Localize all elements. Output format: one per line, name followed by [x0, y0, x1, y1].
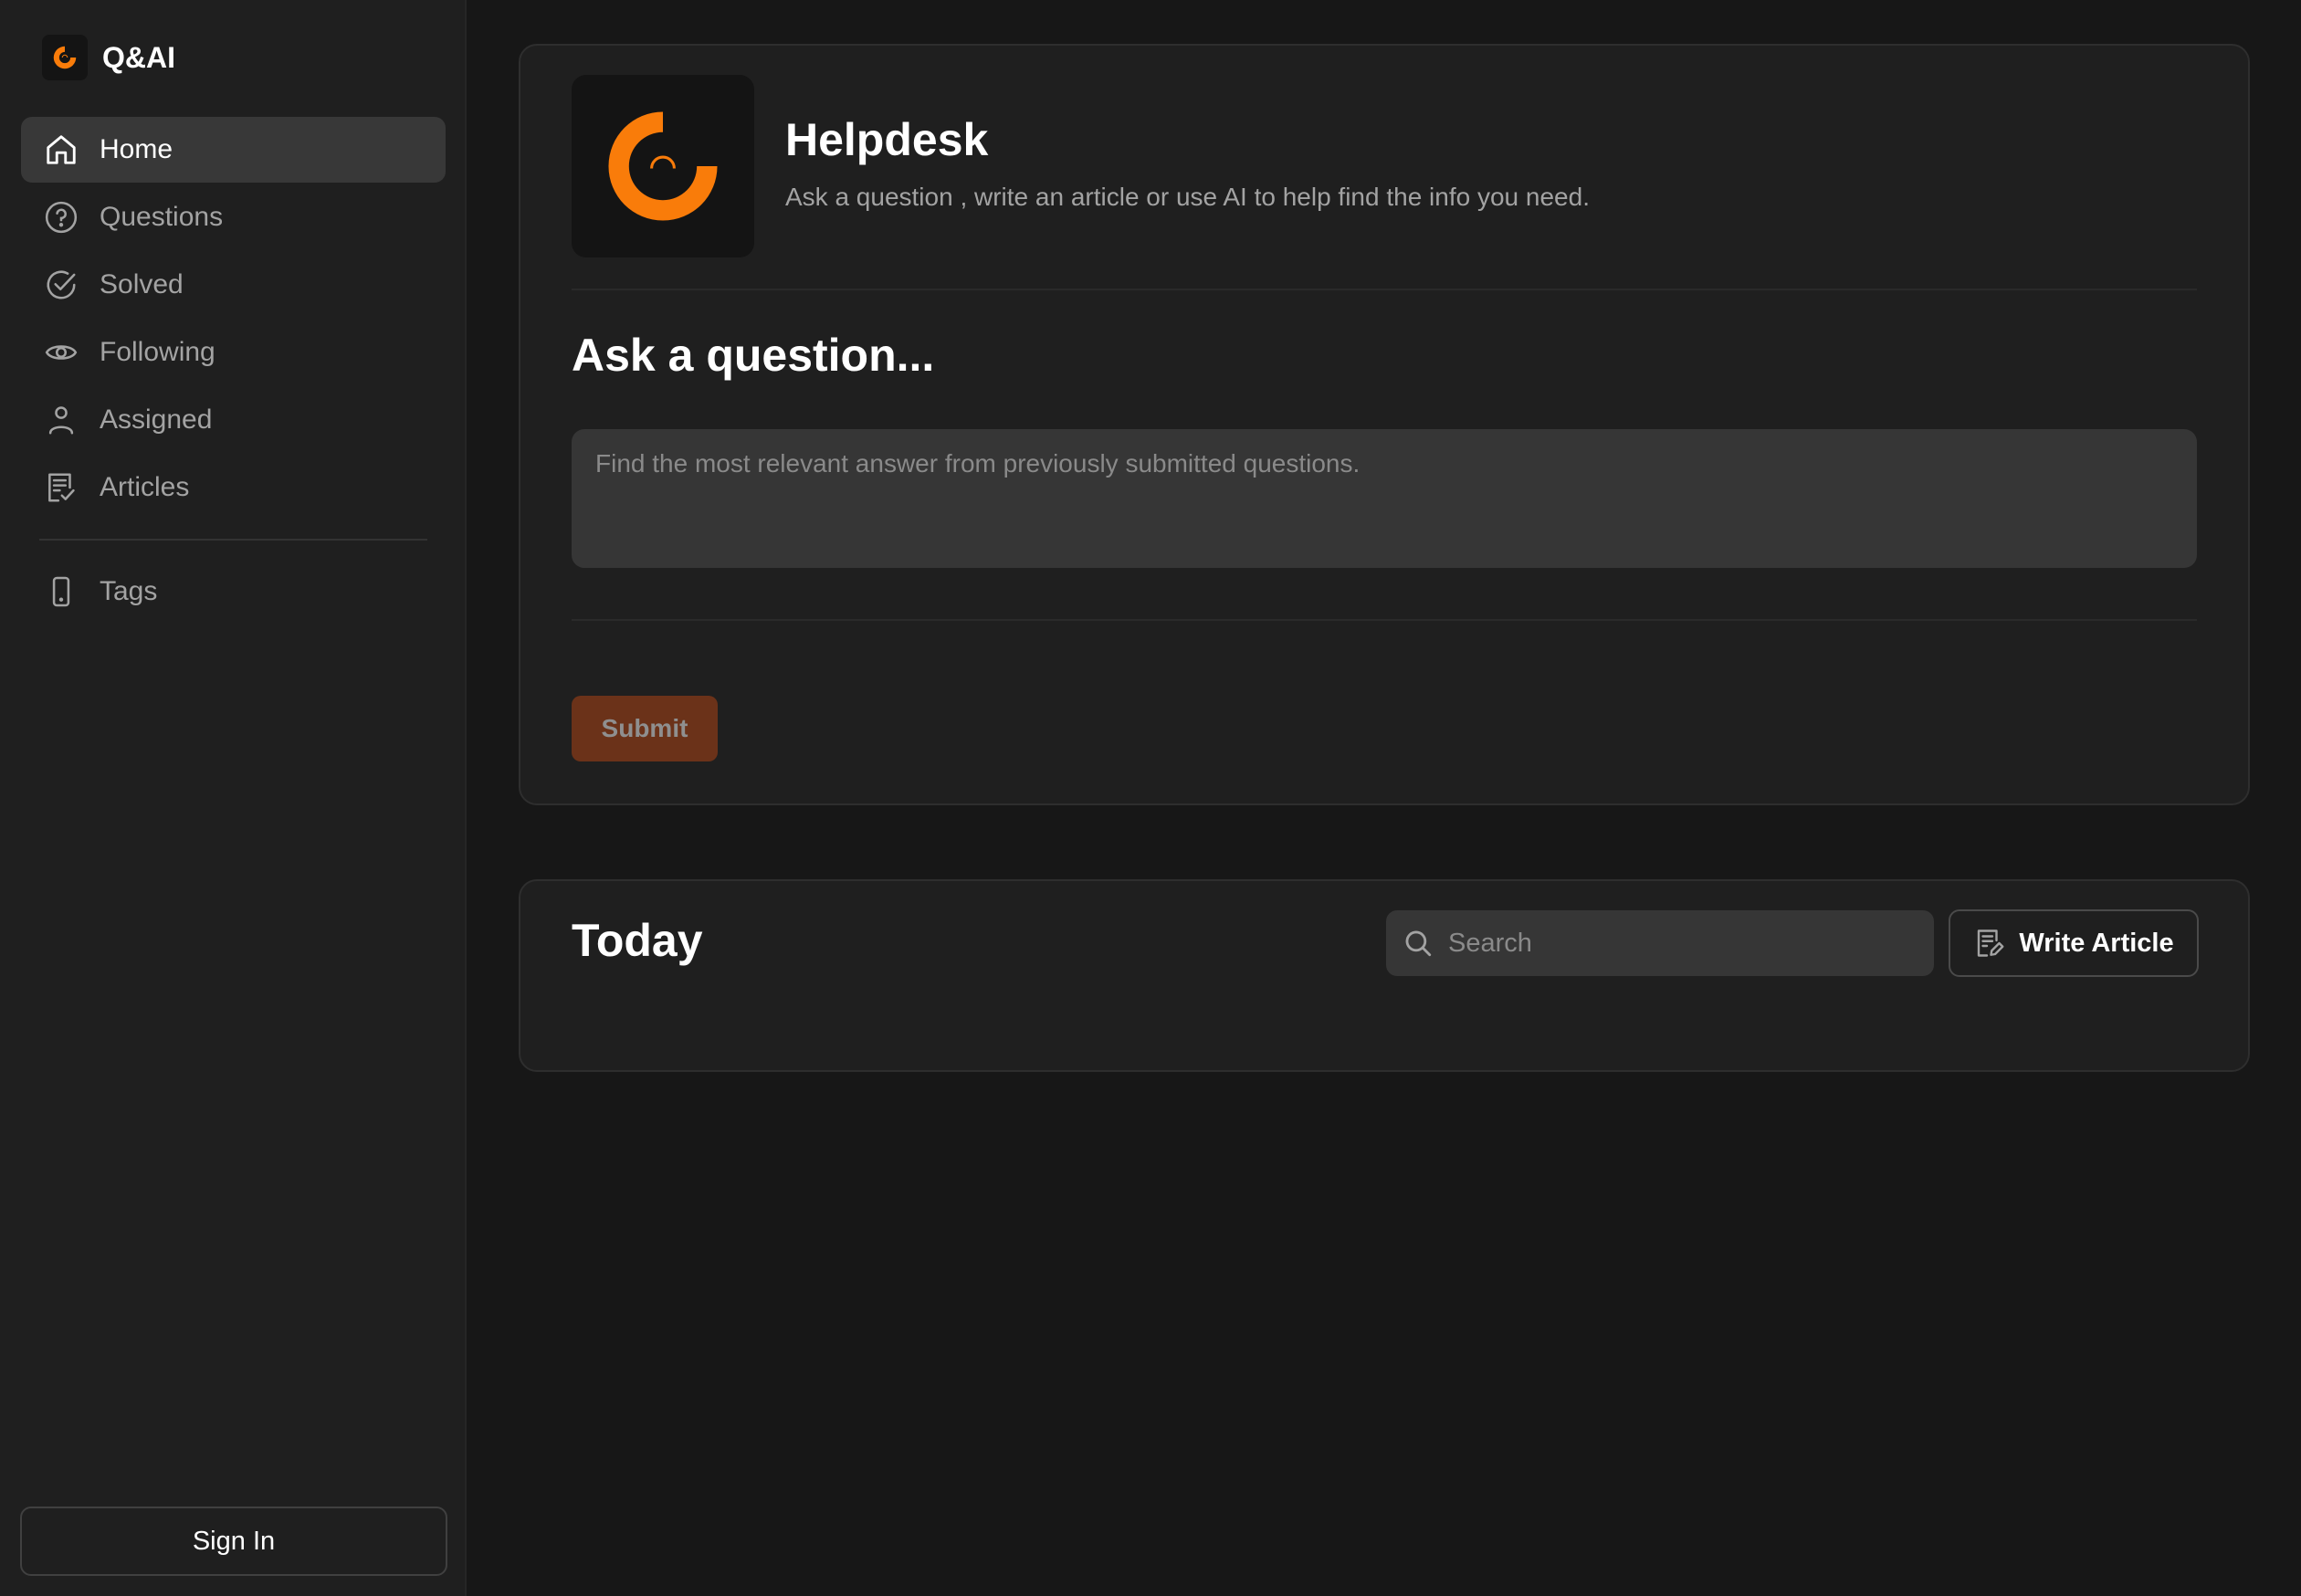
submit-button[interactable]: Submit [572, 696, 718, 761]
sidebar-item-label: Tags [100, 576, 158, 606]
today-card: Today Write Article [519, 879, 2250, 1072]
sidebar-item-articles[interactable]: Articles [21, 455, 446, 520]
section-divider [572, 619, 2197, 621]
sidebar-item-label: Questions [100, 202, 224, 232]
sidebar-item-label: Home [100, 134, 173, 164]
write-article-label: Write Article [2019, 928, 2174, 958]
sidebar-item-solved[interactable]: Solved [21, 252, 446, 318]
write-article-icon [1973, 927, 2006, 960]
question-circle-icon [43, 199, 79, 236]
brand-logo-icon [42, 35, 88, 80]
sign-in-button[interactable]: Sign In [20, 1507, 447, 1576]
section-divider [572, 289, 2197, 290]
app-name: Q&AI [102, 40, 175, 74]
today-heading: Today [572, 915, 703, 966]
search-icon [1403, 928, 1434, 959]
sidebar-item-label: Articles [100, 472, 190, 502]
brand[interactable]: Q&AI [42, 35, 175, 80]
sidebar-item-tags[interactable]: Tags [21, 559, 446, 625]
user-icon [43, 402, 79, 438]
search-input[interactable] [1446, 927, 1903, 960]
write-article-button[interactable]: Write Article [1949, 909, 2199, 977]
check-circle-icon [43, 267, 79, 303]
home-icon [43, 131, 79, 168]
sidebar-item-assigned[interactable]: Assigned [21, 387, 446, 453]
sidebar-divider [39, 539, 427, 541]
article-check-icon [43, 469, 79, 506]
sidebar-item-label: Assigned [100, 404, 213, 435]
helpdesk-subtitle: Ask a question , write an article or use… [785, 183, 1590, 211]
sidebar-item-label: Solved [100, 269, 184, 299]
mobile-icon [43, 573, 79, 610]
sidebar-nav: Home Questions Solved Following Assigned… [21, 117, 446, 626]
search-box[interactable] [1386, 910, 1934, 976]
eye-icon [43, 334, 79, 371]
helpdesk-logo-icon [572, 75, 754, 257]
sidebar: Q&AI Home Questions Solved Following Ass… [0, 0, 467, 1596]
sidebar-item-label: Following [100, 337, 215, 367]
ask-question-heading: Ask a question... [572, 330, 935, 381]
sidebar-item-questions[interactable]: Questions [21, 184, 446, 250]
helpdesk-title: Helpdesk [785, 114, 989, 165]
question-input[interactable] [572, 429, 2197, 568]
helpdesk-card: Helpdesk Ask a question , write an artic… [519, 44, 2250, 805]
sidebar-item-following[interactable]: Following [21, 320, 446, 385]
sidebar-item-home[interactable]: Home [21, 117, 446, 183]
